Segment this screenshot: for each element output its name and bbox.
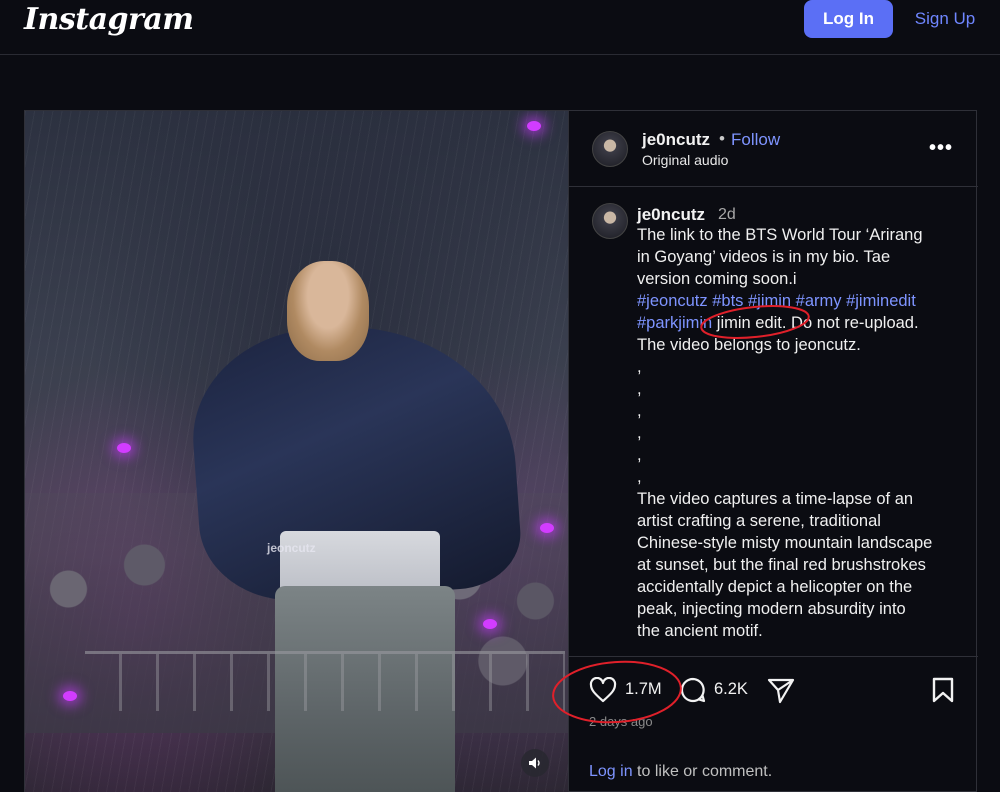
caption-description: accidentally depict a helicopter on the — [637, 578, 913, 596]
avatar[interactable] — [592, 131, 628, 167]
follow-button[interactable]: Follow — [731, 130, 780, 150]
caption-line: The video belongs to jeoncutz. — [637, 336, 861, 354]
post-header: je0ncutz • Follow Original audio ••• — [569, 111, 978, 187]
login-prompt-text: to like or comment. — [632, 763, 773, 780]
caption-description: The video captures a time-lapse of an — [637, 490, 914, 508]
stage-railing — [85, 651, 565, 711]
signup-button[interactable]: Sign Up — [905, 0, 985, 38]
lightstick-glow — [483, 619, 497, 629]
post-username[interactable]: je0ncutz — [642, 130, 710, 150]
post-card: jeoncutz je0ncutz • Follow Original audi… — [24, 110, 978, 792]
caption-section: je0ncutz 2d The link to the BTS World To… — [569, 188, 978, 656]
caption-description: Chinese-style misty mountain landscape — [637, 534, 933, 552]
performer-head — [287, 261, 369, 361]
caption-line: The link to the BTS World Tour ‘Arirang — [637, 226, 923, 244]
speaker-icon[interactable] — [521, 749, 549, 777]
like-count[interactable]: 1.7M — [625, 680, 662, 699]
lightstick-glow — [527, 121, 541, 131]
caption-username[interactable]: je0ncutz — [637, 205, 705, 225]
hashtag-parkjimin[interactable]: #parkjimin — [637, 314, 712, 332]
lightstick-glow — [540, 523, 554, 533]
caption-comma: , — [637, 402, 642, 420]
caption-line: jimin edit. Do not re-upload. — [712, 314, 919, 332]
lightstick-glow — [63, 691, 77, 701]
original-audio-link[interactable]: Original audio — [642, 152, 728, 168]
caption-description: at sunset, but the final red brushstroke… — [637, 556, 926, 574]
separator-dot: • — [719, 129, 725, 148]
hashtag-line[interactable]: #jeoncutz #bts #jimin #army #jiminedit — [637, 290, 967, 312]
share-icon[interactable] — [766, 676, 796, 709]
instagram-logo[interactable]: Instagram — [24, 2, 194, 37]
caption-line: in Goyang’ videos is in my bio. Tae — [637, 248, 891, 266]
comment-count[interactable]: 6.2K — [714, 680, 748, 699]
more-options-icon[interactable]: ••• — [929, 137, 957, 159]
lightstick-glow — [117, 443, 131, 453]
post-date: 2 days ago — [589, 714, 653, 729]
video-watermark: jeoncutz — [267, 541, 316, 555]
post-actions: 1.7M 6.2K 2 days ago Log in to like or c… — [569, 656, 978, 792]
login-link[interactable]: Log in — [589, 763, 633, 780]
bookmark-icon[interactable] — [931, 676, 955, 709]
caption-comma: , — [637, 446, 642, 464]
caption-line: version coming soon.i — [637, 270, 797, 288]
login-prompt: Log in to like or comment. — [589, 763, 772, 781]
post-sidebar: je0ncutz • Follow Original audio ••• je0… — [568, 111, 978, 792]
caption-avatar[interactable] — [592, 203, 628, 239]
caption-comma: , — [637, 468, 642, 486]
post-video[interactable]: jeoncutz — [25, 111, 568, 792]
caption-comma: , — [637, 380, 642, 398]
top-navigation-bar: Instagram Log In Sign Up — [0, 0, 1000, 55]
caption-text: The link to the BTS World Tour ‘Arirang … — [637, 224, 967, 642]
caption-comma: , — [637, 424, 642, 442]
caption-description: artist crafting a serene, traditional — [637, 512, 881, 530]
caption-description: the ancient motif. — [637, 622, 763, 640]
caption-comma: , — [637, 358, 642, 376]
heart-icon[interactable] — [589, 676, 617, 708]
caption-description: peak, injecting modern absurdity into — [637, 600, 906, 618]
login-button[interactable]: Log In — [804, 0, 893, 38]
caption-time-ago: 2d — [718, 206, 736, 223]
comment-icon[interactable] — [679, 676, 707, 709]
